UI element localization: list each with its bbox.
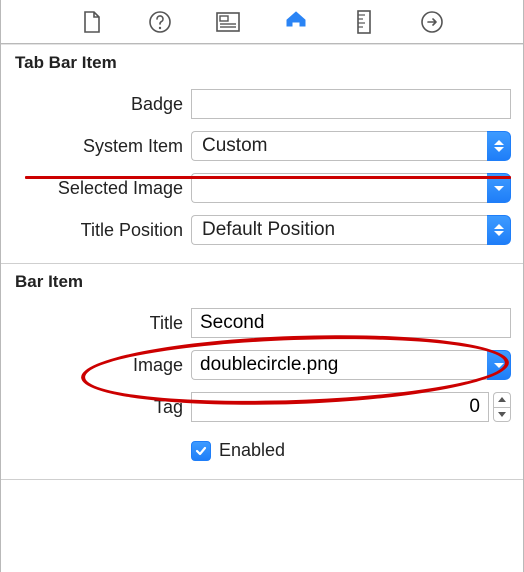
- system-item-label: System Item: [9, 136, 183, 157]
- title-label: Title: [9, 313, 183, 334]
- stepper-up[interactable]: [493, 392, 511, 407]
- connections-inspector-tab[interactable]: [418, 8, 446, 36]
- ruler-icon: [356, 10, 372, 34]
- page-icon: [82, 10, 102, 34]
- badge-input[interactable]: [191, 89, 511, 119]
- identity-icon: [216, 12, 240, 32]
- selected-image-label: Selected Image: [9, 178, 183, 199]
- enabled-label: Enabled: [219, 440, 285, 461]
- file-inspector-tab[interactable]: [78, 8, 106, 36]
- tag-input[interactable]: [191, 392, 489, 422]
- selected-image-input[interactable]: [191, 173, 487, 203]
- size-inspector-tab[interactable]: [350, 8, 378, 36]
- enabled-checkbox[interactable]: [191, 441, 211, 461]
- check-icon: [194, 444, 208, 458]
- attributes-inspector-tab[interactable]: [282, 8, 310, 36]
- tag-label: Tag: [9, 397, 183, 418]
- stepper-down[interactable]: [493, 407, 511, 423]
- inspector-panel: Tab Bar Item Badge System Item Custom Se…: [0, 0, 524, 572]
- attributes-icon: [283, 9, 309, 35]
- title-input[interactable]: [191, 308, 511, 338]
- chevron-up-down-icon: [487, 131, 511, 161]
- image-input[interactable]: [191, 350, 487, 380]
- section-header-bar-item: Bar Item: [1, 264, 523, 300]
- tag-stepper[interactable]: [493, 392, 511, 422]
- title-position-label: Title Position: [9, 220, 183, 241]
- bar-item-rows: Title Image Tag: [1, 300, 523, 479]
- title-position-popup[interactable]: Default Position: [191, 215, 511, 245]
- chevron-up-down-icon: [487, 215, 511, 245]
- inspector-toolbar: [1, 0, 523, 44]
- system-item-value: Custom: [191, 131, 487, 161]
- image-label: Image: [9, 355, 183, 376]
- help-icon: [148, 10, 172, 34]
- system-item-popup[interactable]: Custom: [191, 131, 511, 161]
- chevron-down-icon: [487, 173, 511, 203]
- tab-bar-item-rows: Badge System Item Custom Selected Image: [1, 81, 523, 263]
- chevron-down-icon: [487, 350, 511, 380]
- section-header-tab-bar-item: Tab Bar Item: [1, 45, 523, 81]
- image-combo[interactable]: [191, 350, 511, 380]
- badge-label: Badge: [9, 94, 183, 115]
- quick-help-tab[interactable]: [146, 8, 174, 36]
- selected-image-combo[interactable]: [191, 173, 511, 203]
- connections-icon: [420, 10, 444, 34]
- title-position-value: Default Position: [191, 215, 487, 245]
- identity-inspector-tab[interactable]: [214, 8, 242, 36]
